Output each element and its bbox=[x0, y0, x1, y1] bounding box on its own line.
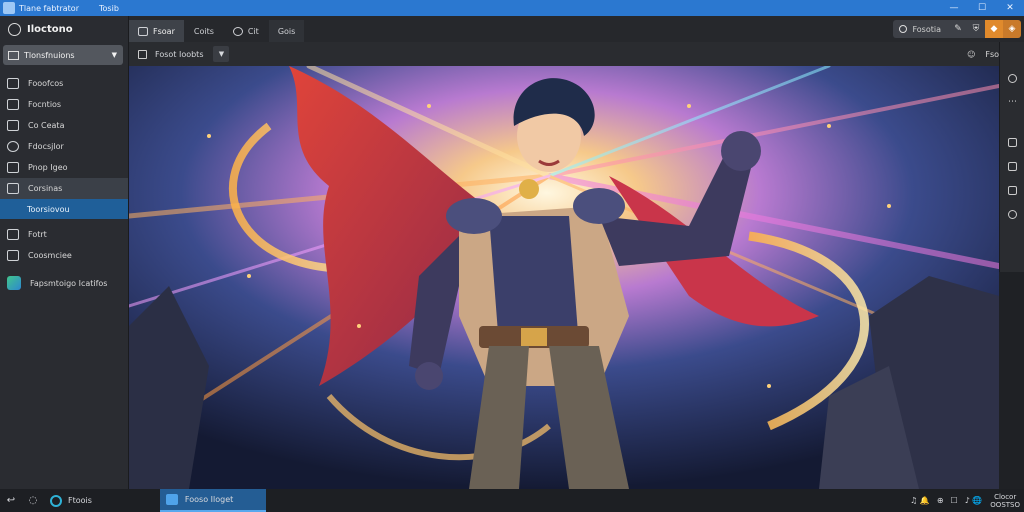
sidebar-item-label: Corsinas bbox=[28, 184, 63, 193]
wrench-icon bbox=[7, 250, 19, 261]
tab-2[interactable]: Cit bbox=[224, 20, 268, 42]
workspace-selector[interactable]: Tlonsfnuions ▼ bbox=[3, 45, 123, 65]
chevron-down-icon[interactable]: ▼ bbox=[213, 46, 230, 62]
layers-icon bbox=[7, 229, 19, 240]
clock[interactable]: Clocor OOSTSO bbox=[990, 493, 1020, 509]
search-icon bbox=[899, 25, 908, 33]
tray-display-icon[interactable]: ☐ bbox=[951, 496, 958, 505]
tab-label: Coits bbox=[193, 26, 214, 36]
tray-language-icon[interactable]: ♪ 🌐 bbox=[965, 496, 983, 505]
grid-icon bbox=[7, 78, 19, 89]
sidebar-item-label: Fapsmtoigo Icatifos bbox=[30, 278, 108, 288]
pen-icon[interactable]: ✎ bbox=[949, 20, 967, 38]
file-name: Fosot Ioobts bbox=[155, 49, 204, 59]
brand-icon[interactable]: ◈ bbox=[1003, 20, 1021, 38]
sidebar-item-label: Focntios bbox=[28, 100, 62, 109]
window-title: Tlane fabtrator bbox=[19, 3, 79, 13]
copy-icon[interactable] bbox=[1000, 178, 1024, 202]
sidebar-item-label: Toorsiovou bbox=[27, 204, 70, 214]
sidebar-item-label: Pnop Igeo bbox=[28, 163, 68, 172]
sidebar-item-2[interactable]: Co Ceata bbox=[0, 115, 128, 136]
tab-0[interactable]: Fsoar bbox=[129, 20, 184, 42]
system-tray: ♫ 🔔 ⊕ ☐ ♪ 🌐 Clocor OOSTSO bbox=[903, 493, 1020, 509]
tab-tools: Fosotia ✎ ⛨ ◆ ◈ bbox=[893, 20, 1021, 38]
file-toolbar: Fosot Ioobts ▼ ☺ Fsoi ⟳ bbox=[129, 42, 1024, 66]
tray-network-icon[interactable]: ⊕ bbox=[937, 496, 944, 505]
chat-icon[interactable] bbox=[1000, 66, 1024, 90]
clock-date: OOSTSO bbox=[990, 500, 1020, 509]
sidebar-item-label: Co Ceata bbox=[28, 121, 65, 130]
project-icon bbox=[7, 276, 21, 290]
tab-label: Gois bbox=[277, 26, 296, 36]
monitor-icon bbox=[7, 183, 19, 194]
close-button[interactable]: ✕ bbox=[996, 0, 1024, 16]
brand: Iloctono bbox=[0, 16, 128, 42]
minimize-button[interactable]: — bbox=[940, 0, 968, 16]
tab-1[interactable]: Coits bbox=[185, 20, 223, 42]
window-subtitle: Tosib bbox=[99, 3, 119, 13]
tab-label: Fsoar bbox=[153, 26, 175, 36]
crop-icon[interactable] bbox=[1000, 130, 1024, 154]
sidebar-item-3[interactable]: Fdocsjlor bbox=[0, 136, 128, 157]
tab-label: Cit bbox=[247, 26, 259, 36]
sidebar-item-5[interactable]: Corsinas bbox=[0, 178, 128, 199]
workspace-label: Tlonsfnuions bbox=[24, 50, 75, 60]
sidebar-item-8[interactable]: Coosmciee bbox=[0, 245, 128, 266]
taskbar-active-window[interactable]: Fooso Iloget bbox=[159, 489, 266, 512]
folder-icon bbox=[8, 50, 19, 60]
right-toolbar: ⋯ bbox=[999, 42, 1024, 272]
chevron-down-icon: ▼ bbox=[111, 51, 117, 59]
tab-3[interactable]: Gois bbox=[268, 20, 305, 42]
tab-bar: Fsoar Coits Cit Gois Fosotia ✎ ⛨ ◆ ◈ bbox=[129, 16, 1024, 42]
maximize-button[interactable]: ☐ bbox=[968, 0, 996, 16]
badge-icon[interactable]: ◆ bbox=[985, 20, 1003, 38]
chat-icon[interactable]: ◌ bbox=[22, 495, 44, 506]
app-icon bbox=[3, 2, 15, 14]
circle-icon bbox=[232, 26, 243, 36]
image-canvas[interactable] bbox=[129, 66, 999, 489]
app-window: Tlane fabtrator Tosib — ☐ ✕ Iloctono Tlo… bbox=[0, 0, 1024, 512]
artwork-image bbox=[129, 66, 999, 489]
brand-name: Iloctono bbox=[27, 23, 73, 35]
search-button[interactable]: Fosotia bbox=[893, 20, 949, 38]
sidebar-subitem[interactable]: Toorsiovou bbox=[0, 199, 128, 219]
brand-logo-icon bbox=[8, 22, 21, 36]
window-controls: — ☐ ✕ bbox=[940, 0, 1024, 16]
sidebar-item-label: Coosmciee bbox=[28, 251, 72, 260]
taskbar-label[interactable]: Ftoois bbox=[68, 496, 92, 505]
history-icon[interactable] bbox=[1000, 202, 1024, 226]
sidebar-item-label: Fooofcos bbox=[28, 79, 64, 88]
shield-icon[interactable]: ⛨ bbox=[967, 20, 985, 38]
sidebar-item-label: Fotrt bbox=[28, 230, 47, 239]
window-icon bbox=[165, 494, 178, 505]
title-bar: Tlane fabtrator Tosib — ☐ ✕ bbox=[0, 0, 1024, 16]
taskbar-window-label: Fooso Iloget bbox=[184, 495, 234, 504]
comment-icon[interactable] bbox=[1000, 154, 1024, 178]
sidebar-item-4[interactable]: Pnop Igeo bbox=[0, 157, 128, 178]
search-label: Fosotia bbox=[912, 24, 941, 34]
tray-sound-icon[interactable]: ♫ 🔔 bbox=[910, 496, 930, 505]
clock-time: Clocor bbox=[994, 492, 1017, 501]
emoji-icon[interactable]: ☺ bbox=[967, 50, 975, 59]
more-icon[interactable]: ⋯ bbox=[1000, 90, 1024, 114]
sidebar-item-0[interactable]: Fooofcos bbox=[0, 73, 128, 94]
sidebar-item-label: Fdocsjlor bbox=[28, 142, 64, 151]
image-icon bbox=[138, 26, 148, 36]
sidebar-item-1[interactable]: Focntios bbox=[0, 94, 128, 115]
image-icon bbox=[7, 99, 19, 110]
clock-icon bbox=[7, 141, 19, 152]
file-icon bbox=[138, 49, 147, 59]
back-icon[interactable]: ↩ bbox=[0, 495, 22, 506]
sidebar: Iloctono Tlonsfnuions ▼ Fooofcos Focntio… bbox=[0, 16, 129, 489]
columns-icon bbox=[7, 120, 19, 131]
assistant-icon[interactable] bbox=[50, 494, 62, 507]
brush-icon bbox=[7, 162, 19, 173]
sidebar-item-project[interactable]: Fapsmtoigo Icatifos bbox=[0, 270, 128, 296]
sidebar-item-7[interactable]: Fotrt bbox=[0, 224, 128, 245]
taskbar: ↩ ◌ Ftoois Fooso Iloget ♫ 🔔 ⊕ ☐ ♪ 🌐 Cloc… bbox=[0, 489, 1024, 512]
